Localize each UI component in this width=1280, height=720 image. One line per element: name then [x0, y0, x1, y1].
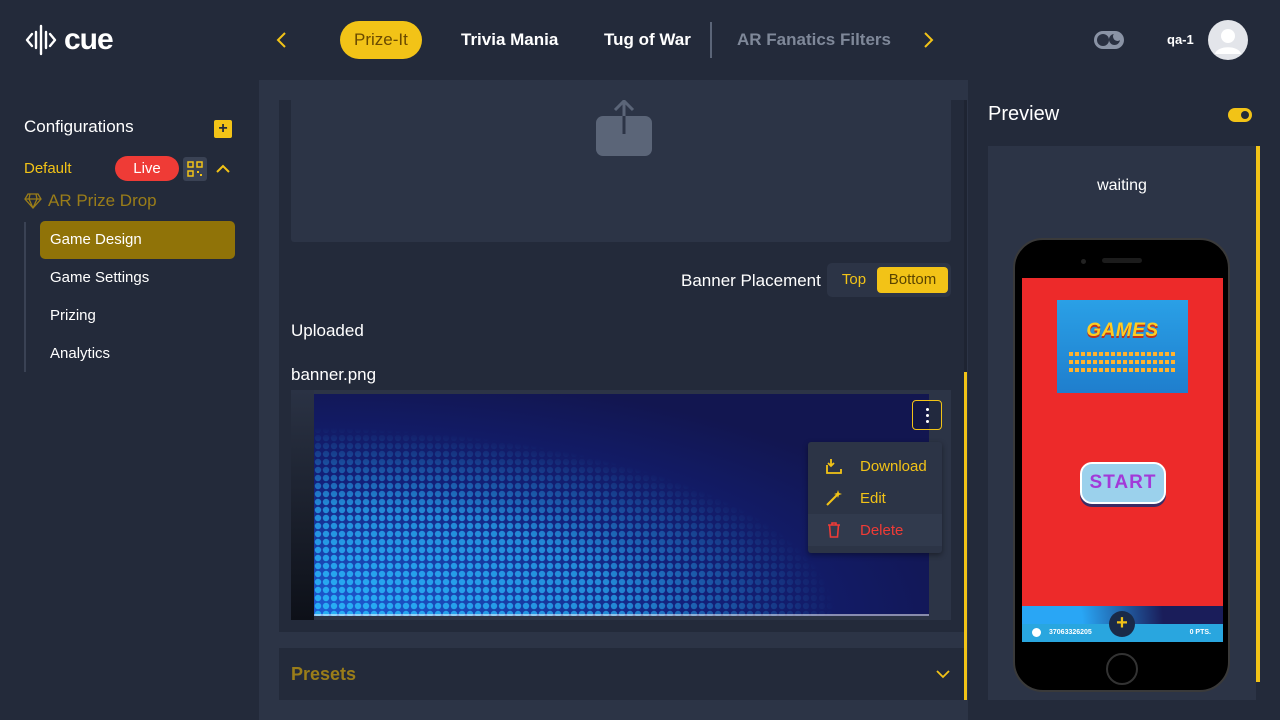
- file-options-button[interactable]: [912, 400, 942, 430]
- preview-toggle[interactable]: [1228, 108, 1252, 122]
- qr-glyph: [187, 161, 203, 177]
- delete-label: Delete: [860, 521, 904, 539]
- games-logo-card: GAMES: [1057, 300, 1188, 393]
- experience-label: AR Prize Drop: [48, 191, 157, 210]
- placement-bottom-option[interactable]: Bottom: [877, 267, 948, 293]
- sidebar-item-game-settings[interactable]: Game Settings: [40, 259, 235, 297]
- edit-label: Edit: [860, 489, 886, 507]
- configurations-title: Configurations: [24, 117, 134, 136]
- tab-tug-of-war[interactable]: Tug of War: [604, 21, 691, 59]
- config-name[interactable]: Default: [24, 160, 72, 177]
- alphabet-strip: [1069, 352, 1176, 356]
- preview-scrollbar[interactable]: [1256, 146, 1260, 682]
- plus-button[interactable]: +: [1109, 611, 1135, 637]
- phone-home-button: [1106, 653, 1138, 685]
- cue-logo[interactable]: cue: [24, 22, 114, 58]
- chevron-up-icon[interactable]: [215, 162, 231, 176]
- menu-item-download[interactable]: Download: [808, 450, 942, 482]
- alphabet-strip: [1069, 360, 1176, 364]
- phone-speaker: [1102, 258, 1142, 263]
- chevron-down-icon: [936, 670, 950, 679]
- username: qa-1: [1167, 32, 1194, 47]
- preview-side-shade: [291, 390, 314, 620]
- tabs-next-button[interactable]: [916, 28, 940, 52]
- uploaded-heading: Uploaded: [291, 321, 364, 340]
- kebab-dot: [926, 408, 929, 411]
- avatar[interactable]: [1208, 20, 1248, 60]
- add-configuration-button[interactable]: +: [214, 120, 232, 138]
- theme-toggle[interactable]: [1094, 31, 1124, 49]
- chevron-right-icon: [924, 32, 934, 48]
- presets-section[interactable]: Presets: [279, 648, 964, 700]
- phone-screen: GAMES START 37063326205 0 PTS. +: [1022, 278, 1223, 642]
- editor-scroll-thumb[interactable]: [964, 372, 967, 700]
- sidebar-item-analytics[interactable]: Analytics: [40, 335, 235, 373]
- sidebar: Configurations + Default Live AR Prize D…: [0, 80, 259, 720]
- file-options-menu: Download Edit Delete: [808, 442, 942, 553]
- sidebar-item-game-design[interactable]: Game Design: [40, 221, 235, 259]
- chevron-left-icon: [276, 32, 286, 48]
- placement-top-option[interactable]: Top: [831, 267, 877, 293]
- sidebar-item-prizing[interactable]: Prizing: [40, 297, 235, 335]
- submenu-line: [24, 222, 26, 372]
- tab-ar-fanatics-filters[interactable]: AR Fanatics Filters: [737, 21, 891, 59]
- moon-icon: [1109, 32, 1122, 45]
- status-badge: Live: [115, 156, 179, 181]
- toggle-knob: [1241, 111, 1249, 119]
- tab-prize-it[interactable]: Prize-It: [340, 21, 422, 59]
- menu-item-edit[interactable]: Edit: [808, 482, 942, 514]
- tab-trivia-mania[interactable]: Trivia Mania: [461, 21, 558, 59]
- phone-camera: [1081, 259, 1086, 264]
- kebab-dot: [926, 420, 929, 423]
- start-button[interactable]: START: [1080, 462, 1166, 504]
- player-code: 37063326205: [1049, 629, 1092, 636]
- info-icon: [1032, 628, 1041, 637]
- tabs-prev-button[interactable]: [270, 28, 294, 52]
- banner-preview: Download Edit Delete: [291, 390, 951, 620]
- trash-icon: [828, 522, 840, 538]
- upload-icon: [596, 100, 652, 156]
- magic-wand-icon: [826, 490, 842, 506]
- tabs-divider: [710, 22, 712, 58]
- banner-editor: Banner Placement Top Bottom Uploaded ban…: [279, 100, 964, 632]
- logo-text: cue: [64, 23, 114, 56]
- presets-title: Presets: [291, 664, 357, 684]
- games-title: GAMES: [1086, 320, 1159, 341]
- menu-item-delete[interactable]: Delete: [808, 514, 942, 546]
- alphabet-strip: [1069, 368, 1176, 372]
- sound-wave-logo-icon: [25, 24, 57, 56]
- preview-status: waiting: [1097, 177, 1147, 194]
- download-icon: [826, 459, 842, 474]
- points-label: 0 PTS.: [1189, 629, 1211, 636]
- top-header: cue Prize-It Trivia Mania Tug of War AR …: [0, 0, 1280, 80]
- banner-placement-toggle: Top Bottom: [827, 263, 951, 297]
- user-icon: [1215, 29, 1241, 54]
- preview-title: Preview: [988, 103, 1060, 125]
- qr-code-icon[interactable]: [183, 157, 207, 181]
- diamond-icon: [24, 193, 42, 209]
- experience-ar-prize-drop[interactable]: AR Prize Drop: [24, 191, 157, 211]
- toggle-knob: [1097, 34, 1109, 46]
- upload-dropzone[interactable]: [291, 100, 951, 242]
- kebab-dot: [926, 414, 929, 417]
- file-name: banner.png: [291, 365, 377, 384]
- banner-placement-label: Banner Placement: [681, 271, 821, 290]
- download-label: Download: [860, 457, 927, 475]
